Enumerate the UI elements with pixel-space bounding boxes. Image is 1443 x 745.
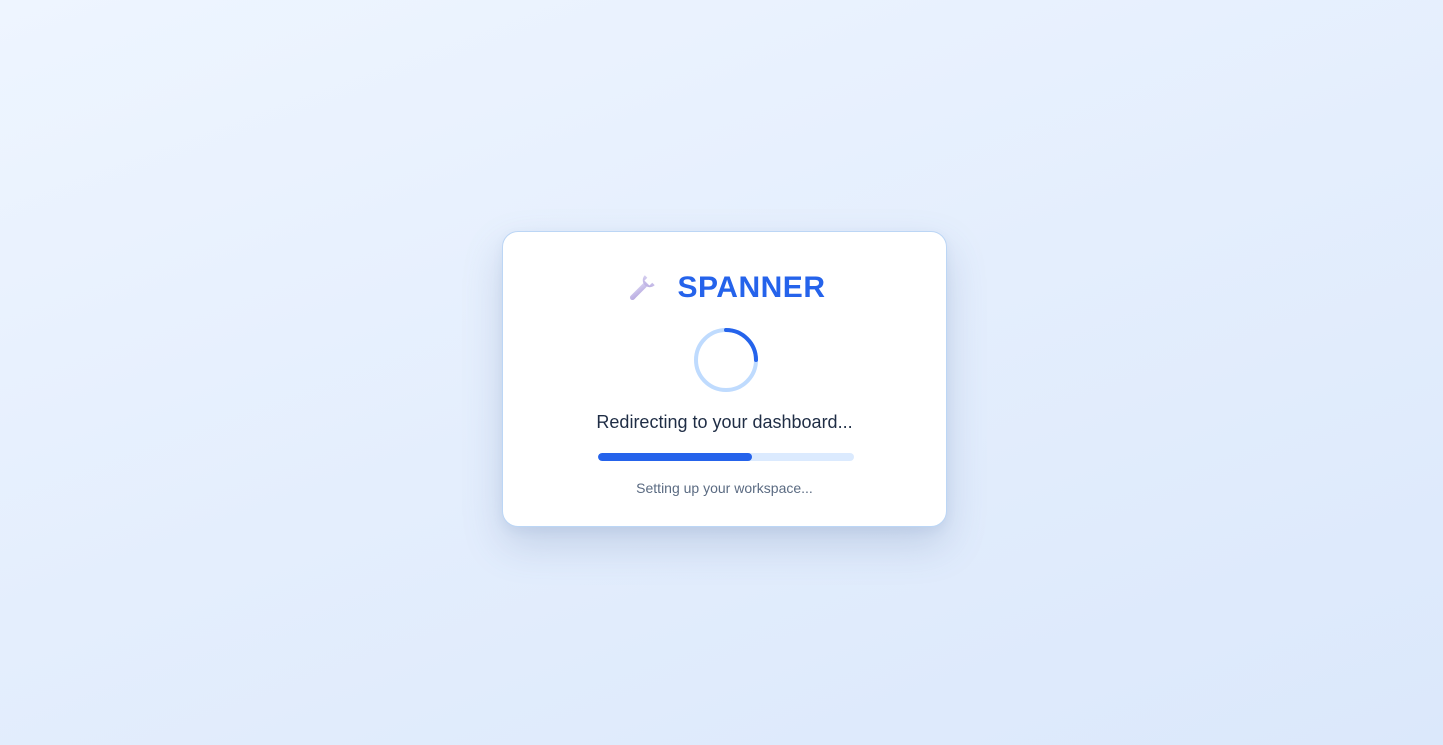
- wrench-icon: [624, 270, 660, 306]
- brand-name: SPANNER: [677, 271, 826, 304]
- loading-spinner-icon: [694, 328, 758, 392]
- redirect-status-text: Redirecting to your dashboard...: [596, 412, 853, 432]
- progress-detail-text: Setting up your workspace...: [636, 480, 813, 496]
- redirect-card: SPANNER Redirecting to your dashboard...…: [502, 231, 947, 527]
- progress-bar-fill: [598, 453, 752, 461]
- brand-header: SPANNER: [503, 268, 946, 308]
- progress-bar: [598, 453, 854, 461]
